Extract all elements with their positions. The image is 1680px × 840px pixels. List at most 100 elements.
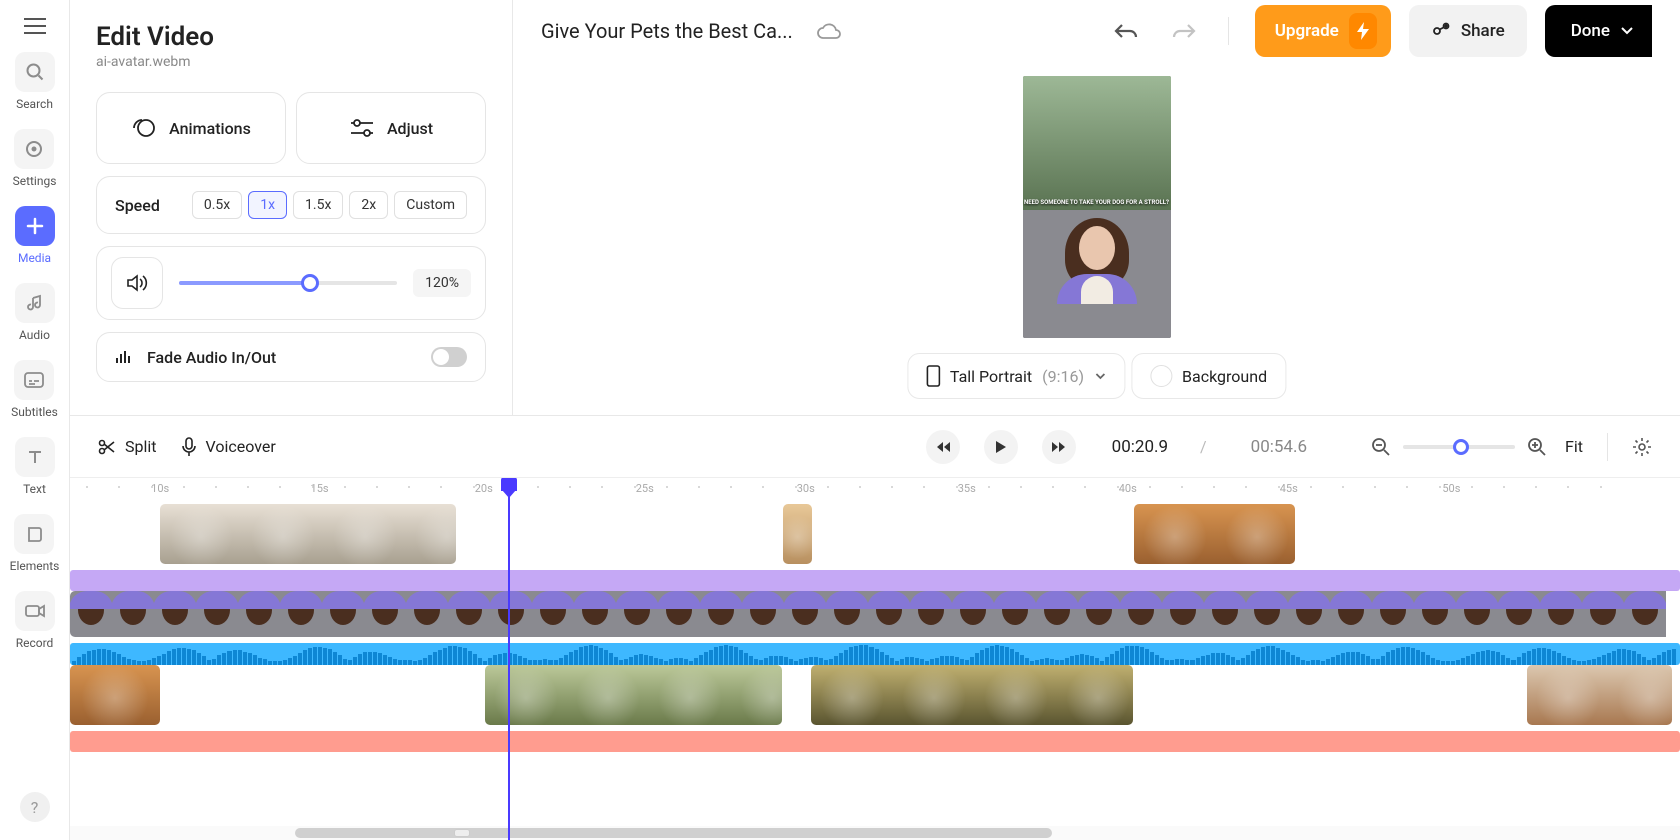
- sidebar-item-text[interactable]: Text: [15, 437, 55, 496]
- speed-custom[interactable]: Custom: [394, 191, 467, 219]
- speed-card: Speed 0.5x 1x 1.5x 2x Custom: [96, 176, 486, 234]
- aspect-ratio-dropdown[interactable]: Tall Portrait (9:16): [907, 353, 1125, 399]
- speed-label: Speed: [115, 196, 160, 215]
- fit-button[interactable]: Fit: [1565, 437, 1583, 456]
- chevron-down-icon: [1094, 372, 1106, 380]
- forward-button[interactable]: [1042, 430, 1076, 464]
- sidebar-item-search[interactable]: Search: [15, 52, 55, 111]
- hamburger-icon[interactable]: [24, 18, 46, 34]
- adjust-button[interactable]: Adjust: [296, 92, 486, 164]
- speed-1-5x[interactable]: 1.5x: [293, 191, 343, 219]
- share-icon: [1431, 22, 1451, 40]
- split-button[interactable]: Split: [98, 437, 157, 456]
- sidebar-item-media[interactable]: Media: [15, 206, 55, 265]
- clip-forest[interactable]: [811, 665, 1133, 725]
- fade-label: Fade Audio In/Out: [147, 348, 276, 367]
- chevron-down-icon: [1620, 26, 1634, 36]
- track-overlay[interactable]: [70, 504, 1680, 564]
- search-icon: [15, 52, 55, 92]
- speed-2x[interactable]: 2x: [349, 191, 388, 219]
- clip-dogs-orange[interactable]: [1134, 504, 1295, 564]
- text-icon: [15, 437, 55, 477]
- track-broll[interactable]: [70, 665, 1680, 725]
- sidebar-item-settings[interactable]: Settings: [13, 129, 57, 188]
- done-label: Done: [1571, 21, 1610, 41]
- speed-0-5x[interactable]: 0.5x: [192, 191, 242, 219]
- music-strip[interactable]: [70, 731, 1680, 752]
- sidebar-label: Search: [16, 97, 53, 111]
- sidebar-item-subtitles[interactable]: Subtitles: [11, 360, 58, 419]
- scissors-icon: [98, 438, 116, 456]
- plus-icon: [15, 206, 55, 246]
- time-separator: /: [1200, 437, 1207, 456]
- sidebar-label: Record: [16, 636, 54, 650]
- playhead[interactable]: [508, 478, 510, 840]
- animations-icon: [131, 117, 157, 139]
- zoom-in-icon[interactable]: [1527, 437, 1547, 457]
- ruler-tick: 40s: [1119, 482, 1137, 495]
- volume-slider[interactable]: [179, 281, 397, 285]
- divider: [1607, 433, 1608, 461]
- aspect-ratio: (9:16): [1042, 367, 1084, 386]
- tracks-container: [70, 504, 1680, 752]
- track-subtitle-strip[interactable]: [70, 570, 1680, 591]
- ruler-tick: 10s: [151, 482, 169, 495]
- ruler-tick: 25s: [636, 482, 654, 495]
- sidebar-label: Elements: [10, 559, 60, 573]
- done-button[interactable]: Done: [1545, 5, 1652, 57]
- background-button[interactable]: Background: [1131, 353, 1286, 399]
- zoom-slider[interactable]: [1403, 445, 1515, 449]
- redo-icon[interactable]: [1164, 16, 1202, 46]
- clip-avatar[interactable]: [70, 591, 1680, 637]
- elements-icon: [14, 514, 54, 554]
- clip-park[interactable]: [485, 665, 781, 725]
- zoom-out-icon[interactable]: [1371, 437, 1391, 457]
- video-preview[interactable]: NEED SOMEONE TO TAKE YOUR DOG FOR A STRO…: [1023, 76, 1171, 338]
- animations-button[interactable]: Animations: [96, 92, 286, 164]
- fade-icon: [115, 349, 133, 365]
- volume-card: 120%: [96, 246, 486, 320]
- timeline-settings-icon[interactable]: [1632, 437, 1652, 457]
- portrait-icon: [926, 365, 940, 387]
- fade-toggle[interactable]: [431, 347, 467, 367]
- project-title[interactable]: Give Your Pets the Best Ca...: [541, 19, 793, 43]
- speed-1x[interactable]: 1x: [248, 191, 287, 219]
- animations-label: Animations: [169, 119, 251, 138]
- audio-waveform[interactable]: [70, 643, 1680, 665]
- panel-title: Edit Video: [96, 22, 486, 52]
- clip-dog-1[interactable]: [70, 665, 160, 725]
- volume-icon[interactable]: [111, 257, 163, 309]
- cloud-icon[interactable]: [811, 16, 847, 46]
- undo-icon[interactable]: [1108, 16, 1146, 46]
- share-button[interactable]: Share: [1409, 5, 1527, 57]
- sidebar-item-audio[interactable]: Audio: [15, 283, 55, 342]
- help-icon[interactable]: ?: [20, 792, 50, 822]
- track-audio-wave[interactable]: [70, 643, 1680, 665]
- adjust-icon: [349, 118, 375, 138]
- clip-dog-small[interactable]: [783, 504, 812, 564]
- music-icon: [15, 283, 55, 323]
- sidebar-label: Audio: [19, 328, 50, 342]
- timeline-scrollbar[interactable]: [70, 826, 1680, 840]
- sidebar-item-elements[interactable]: Elements: [10, 514, 60, 573]
- ruler-tick: 15s: [311, 482, 329, 495]
- clip-cats[interactable]: [160, 504, 456, 564]
- sidebar-item-record[interactable]: Record: [15, 591, 55, 650]
- timeline[interactable]: 10s15s20s25s30s35s40s45s50s: [70, 477, 1680, 840]
- voiceover-button[interactable]: Voiceover: [181, 437, 276, 457]
- current-time: 00:20.9: [1112, 437, 1168, 457]
- split-label: Split: [125, 437, 157, 456]
- preview-header: Give Your Pets the Best Ca... Upgrade Sh…: [513, 0, 1680, 62]
- subtitle-strip[interactable]: [70, 570, 1680, 591]
- upgrade-label: Upgrade: [1275, 21, 1339, 41]
- track-avatar[interactable]: [70, 591, 1680, 637]
- rewind-button[interactable]: [926, 430, 960, 464]
- mic-icon: [181, 437, 197, 457]
- upgrade-button[interactable]: Upgrade: [1255, 5, 1391, 57]
- play-button[interactable]: [984, 430, 1018, 464]
- total-time: 00:54.6: [1251, 437, 1307, 457]
- track-music-strip[interactable]: [70, 731, 1680, 752]
- clip-collie[interactable]: [1527, 665, 1672, 725]
- adjust-label: Adjust: [387, 119, 433, 138]
- timeline-ruler[interactable]: 10s15s20s25s30s35s40s45s50s: [70, 478, 1680, 504]
